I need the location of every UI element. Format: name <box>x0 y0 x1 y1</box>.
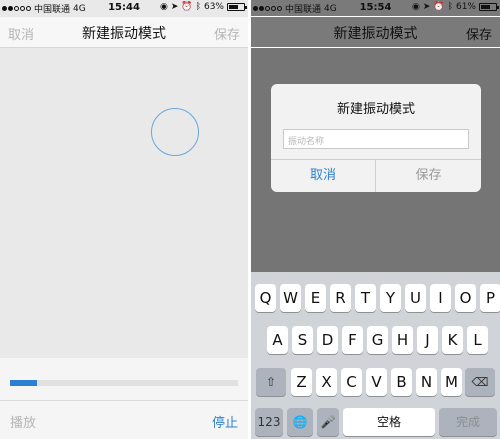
key-v[interactable]: V <box>366 368 387 396</box>
key-m[interactable]: M <box>441 368 462 396</box>
bluetooth-icon: ᛒ <box>447 1 453 12</box>
dialog-cancel-button[interactable]: 取消 <box>271 160 376 192</box>
progress-fill <box>10 380 38 386</box>
key-t[interactable]: T <box>355 284 376 312</box>
key-y[interactable]: Y <box>380 284 401 312</box>
vibration-touch-area[interactable] <box>0 48 248 358</box>
shift-arrow-icon: ⇧ <box>265 375 277 389</box>
vibration-name-input[interactable]: 振动名称 <box>283 129 469 149</box>
save-button[interactable]: 保存 <box>214 24 240 43</box>
battery-percent: 61% <box>455 2 476 12</box>
page-title: 新建振动模式 <box>82 26 166 42</box>
key-e[interactable]: E <box>305 284 326 312</box>
key-r[interactable]: R <box>330 284 351 312</box>
key-j[interactable]: J <box>417 326 438 354</box>
numbers-key[interactable]: 123 <box>255 408 283 436</box>
bluetooth-icon: ᛒ <box>195 1 201 12</box>
key-c[interactable]: C <box>341 368 362 396</box>
key-i[interactable]: I <box>430 284 451 312</box>
name-dialog: 新建振动模式 振动名称 取消 保存 <box>271 84 481 192</box>
bottom-toolbar: 播放 停止 <box>0 400 248 439</box>
play-button[interactable]: 播放 <box>10 412 36 431</box>
globe-key[interactable]: 🌐 <box>287 408 313 436</box>
nav-bar: 取消 新建振动模式 保存 <box>0 17 248 48</box>
key-b[interactable]: B <box>391 368 412 396</box>
key-k[interactable]: K <box>442 326 463 354</box>
key-q[interactable]: Q <box>255 284 276 312</box>
key-l[interactable]: L <box>467 326 488 354</box>
touch-indicator <box>151 108 199 156</box>
key-h[interactable]: H <box>392 326 413 354</box>
alarm-icon: ⏰ <box>433 1 445 12</box>
keyboard: ⇧ ⌫ 123 🌐 🎤 空格 完成 QWERTYUIOP ASDFGHJKL ZXC… <box>251 272 500 439</box>
key-w[interactable]: W <box>280 284 301 312</box>
shift-key[interactable]: ⇧ <box>256 368 286 396</box>
key-p[interactable]: P <box>480 284 500 312</box>
key-s[interactable]: S <box>292 326 313 354</box>
globe-icon: 🌐 <box>292 415 308 429</box>
done-key[interactable]: 完成 <box>439 408 497 436</box>
microphone-icon: 🎤 <box>320 415 336 429</box>
key-f[interactable]: F <box>342 326 363 354</box>
key-x[interactable]: X <box>316 368 337 396</box>
alarm-icon: ⏰ <box>181 1 193 12</box>
status-bar: 中国联通 4G 15:54 ◉ ➤ ⏰ ᛒ 61% <box>251 0 500 16</box>
battery-icon <box>227 3 247 11</box>
stop-button[interactable]: 停止 <box>212 412 238 431</box>
page-title: 新建振动模式 <box>333 26 418 42</box>
progress-bar <box>10 380 238 386</box>
backspace-icon: ⌫ <box>471 375 489 389</box>
location-icon: ➤ <box>170 1 179 12</box>
battery-icon <box>479 3 499 11</box>
microphone-key[interactable]: 🎤 <box>317 408 339 436</box>
key-d[interactable]: D <box>317 326 338 354</box>
key-a[interactable]: A <box>267 326 288 354</box>
screen-recording: 中国联通 4G 15:44 ◉ ➤ ⏰ ᛒ 63% 取消 新建振动模式 保存 播… <box>0 0 248 439</box>
status-bar: 中国联通 4G 15:44 ◉ ➤ ⏰ ᛒ 63% <box>0 0 248 16</box>
rotation-lock-icon: ◉ <box>411 1 420 12</box>
key-u[interactable]: U <box>405 284 426 312</box>
space-key[interactable]: 空格 <box>343 408 435 436</box>
dialog-buttons: 取消 保存 <box>271 159 481 192</box>
dialog-save-button[interactable]: 保存 <box>376 160 481 192</box>
key-g[interactable]: G <box>367 326 388 354</box>
key-n[interactable]: N <box>416 368 437 396</box>
location-icon: ➤ <box>422 1 431 12</box>
nav-bar: 新建振动模式 保存 <box>251 17 500 47</box>
battery-percent: 63% <box>203 2 224 12</box>
screen-name-dialog: 中国联通 4G 15:54 ◉ ➤ ⏰ ᛒ 61% 新建振动模式 保存 新建振动… <box>251 0 500 439</box>
delete-key[interactable]: ⌫ <box>465 368 495 396</box>
key-o[interactable]: O <box>455 284 476 312</box>
rotation-lock-icon: ◉ <box>159 1 168 12</box>
dialog-title: 新建振动模式 <box>336 102 415 117</box>
key-z[interactable]: Z <box>291 368 312 396</box>
save-button[interactable]: 保存 <box>466 24 492 43</box>
